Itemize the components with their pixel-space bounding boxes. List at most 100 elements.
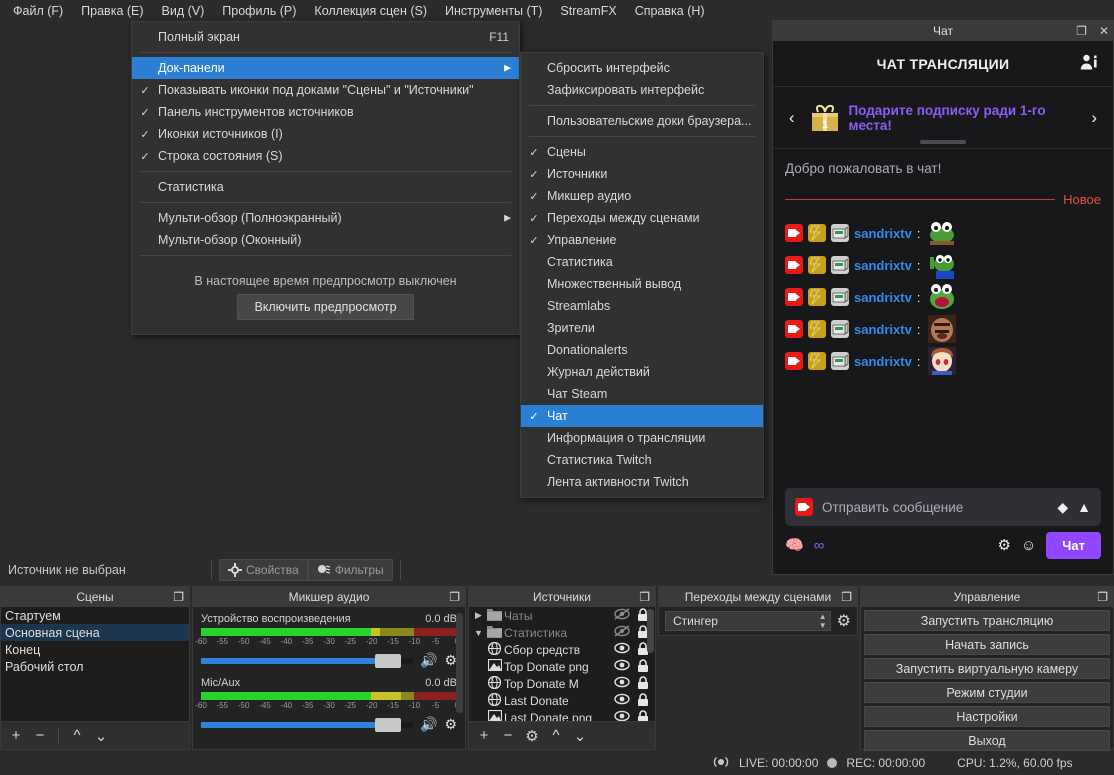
visibility-toggle-icon[interactable] [611,625,633,640]
source-list-item[interactable]: ▼ Статистика [469,624,655,641]
control-button-2[interactable]: Запустить виртуальную камеру [864,658,1110,679]
dock-menu-item-5[interactable]: ✓ Сцены [521,141,763,163]
dock-menu-item-6[interactable]: ✓ Источники [521,163,763,185]
float-dock-icon[interactable]: ❐ [639,590,650,604]
sources-list[interactable]: ▶ Чаты ▼ Статистика Сбор средств Top Donate p… [469,607,655,723]
transition-properties-gear-icon[interactable]: ⚙ [837,611,851,631]
remove-scene-button[interactable]: − [31,727,49,744]
menu-item-edit[interactable]: Правка (E) [72,1,152,21]
promo-next-icon[interactable]: › [1086,108,1103,128]
send-chat-button[interactable]: Чат [1046,531,1101,559]
dock-menu-item-11[interactable]: Множественный вывод [521,273,763,295]
lock-toggle-icon[interactable] [633,658,653,675]
float-dock-icon[interactable]: ❐ [841,590,852,604]
chat-input-placeholder[interactable]: Отправить сообщение [822,500,1048,515]
source-list-item[interactable]: ▶ Чаты [469,607,655,624]
source-list-item[interactable]: Top Donate M [469,675,655,692]
chat-message-list[interactable]: Добро пожаловать в чат! Новое sandrixtv:… [773,149,1113,475]
remove-source-button[interactable]: − [499,727,517,744]
menu-item-file[interactable]: Файл (F) [4,1,72,21]
dock-menu-item-1[interactable]: Зафиксировать интерфейс [521,79,763,101]
emoji-icon[interactable]: ☺ [1021,537,1036,554]
control-button-5[interactable]: Выход [864,730,1110,751]
chat-username[interactable]: sandrixtv [854,226,912,241]
chat-username[interactable]: sandrixtv [854,322,912,337]
control-button-4[interactable]: Настройки [864,706,1110,727]
menu-item-view[interactable]: Вид (V) [153,1,214,21]
cheer-icon[interactable]: ▲ [1077,499,1091,515]
dock-menu-item-20[interactable]: Лента активности Twitch [521,471,763,493]
dock-menu-item-12[interactable]: Streamlabs [521,295,763,317]
promo-prev-icon[interactable]: ‹ [783,108,800,128]
chat-input-row[interactable]: Отправить сообщение ◆ ▲ [785,488,1101,526]
infinity-icon[interactable]: ∞ [814,537,825,554]
dock-menu-item-19[interactable]: Статистика Twitch [521,449,763,471]
visibility-toggle-icon[interactable] [611,642,633,657]
spinner-arrows-icon[interactable]: ▲ ▼ [819,612,827,630]
dock-menu-item-14[interactable]: Donationalerts [521,339,763,361]
filters-button[interactable]: Фильтры [307,559,393,581]
menu-item-tools[interactable]: Инструменты (T) [436,1,551,21]
viewer-list-icon[interactable] [1079,52,1099,75]
source-list-item[interactable]: Top Donate png [469,658,655,675]
menu-fullscreen[interactable]: Полный экран F11 [132,26,519,48]
float-dock-icon[interactable]: ❐ [1097,590,1108,604]
visibility-toggle-icon[interactable] [611,676,633,691]
sources-scrollbar[interactable] [647,609,654,653]
dock-menu-item-15[interactable]: Журнал действий [521,361,763,383]
visibility-toggle-icon[interactable] [611,693,633,708]
gear-icon[interactable]: ⚙ [444,716,457,733]
scene-list-item[interactable]: Основная сцена [1,624,189,641]
mixer-scrollbar[interactable] [456,613,463,713]
menu-multiview-windowed[interactable]: Мульти-обзор (Оконный) [132,229,519,251]
control-button-3[interactable]: Режим студии [864,682,1110,703]
move-scene-down-button[interactable]: ⌄ [92,727,110,745]
close-icon[interactable]: ✕ [1099,25,1109,37]
lock-toggle-icon[interactable] [633,675,653,692]
control-button-0[interactable]: Запустить трансляцию [864,610,1110,631]
float-dock-icon[interactable]: ❐ [449,590,460,604]
add-scene-button[interactable]: + [7,727,25,744]
dock-menu-item-13[interactable]: Зрители [521,317,763,339]
add-source-button[interactable]: + [475,727,493,744]
promo-pager[interactable] [920,140,966,144]
dock-menu-item-8[interactable]: ✓ Переходы между сценами [521,207,763,229]
move-source-up-button[interactable]: ^ [547,727,565,744]
menu-multiview-fullscreen[interactable]: Мульти-обзор (Полноэкранный) ▶ [132,207,519,229]
source-properties-button[interactable]: ⚙ [523,727,541,745]
menu-item-help[interactable]: Справка (H) [626,1,714,21]
dock-menu-item-18[interactable]: Информация о трансляции [521,427,763,449]
brain-emote-icon[interactable]: 🧠 [785,536,804,554]
menu-source-toolbar[interactable]: ✓ Панель инструментов источников [132,101,519,123]
move-scene-up-button[interactable]: ^ [68,727,86,744]
menu-item-profile[interactable]: Профиль (P) [213,1,305,21]
dock-menu-item-0[interactable]: Сбросить интерфейс [521,57,763,79]
menu-docks[interactable]: Док-панели ▶ [132,57,519,79]
menu-source-icons[interactable]: ✓ Иконки источников (I) [132,123,519,145]
visibility-toggle-icon[interactable] [611,659,633,674]
volume-slider[interactable] [201,653,413,668]
chat-username[interactable]: sandrixtv [854,354,912,369]
transition-select[interactable]: Стингер ▲ ▼ [665,611,831,631]
lock-toggle-icon[interactable] [633,692,653,709]
enable-preview-button[interactable]: Включить предпросмотр [237,294,414,320]
dock-menu-item-17[interactable]: ✓ Чат [521,405,763,427]
chevron-down-icon[interactable]: ▼ [472,628,485,638]
menu-status-bar[interactable]: ✓ Строка состояния (S) [132,145,519,167]
properties-button[interactable]: Свойства [219,559,308,581]
scene-list-item[interactable]: Стартуем [1,607,189,624]
gear-icon[interactable]: ⚙ [997,536,1010,554]
menu-item-streamfx[interactable]: StreamFX [551,1,625,21]
control-button-1[interactable]: Начать запись [864,634,1110,655]
bits-icon[interactable]: ◆ [1057,499,1068,516]
speaker-icon[interactable]: 🔊 [420,716,437,733]
chevron-right-icon[interactable]: ▶ [472,610,485,621]
source-list-item[interactable]: Last Donate [469,692,655,709]
dock-menu-item-7[interactable]: ✓ Микшер аудио [521,185,763,207]
chat-username[interactable]: sandrixtv [854,258,912,273]
visibility-toggle-icon[interactable] [611,608,633,623]
scenes-list[interactable]: Стартуем Основная сцена Конец Рабочий стол [1,607,189,722]
dock-menu-item-10[interactable]: Статистика [521,251,763,273]
source-list-item[interactable]: Сбор средств [469,641,655,658]
float-dock-icon[interactable]: ❐ [173,590,184,604]
